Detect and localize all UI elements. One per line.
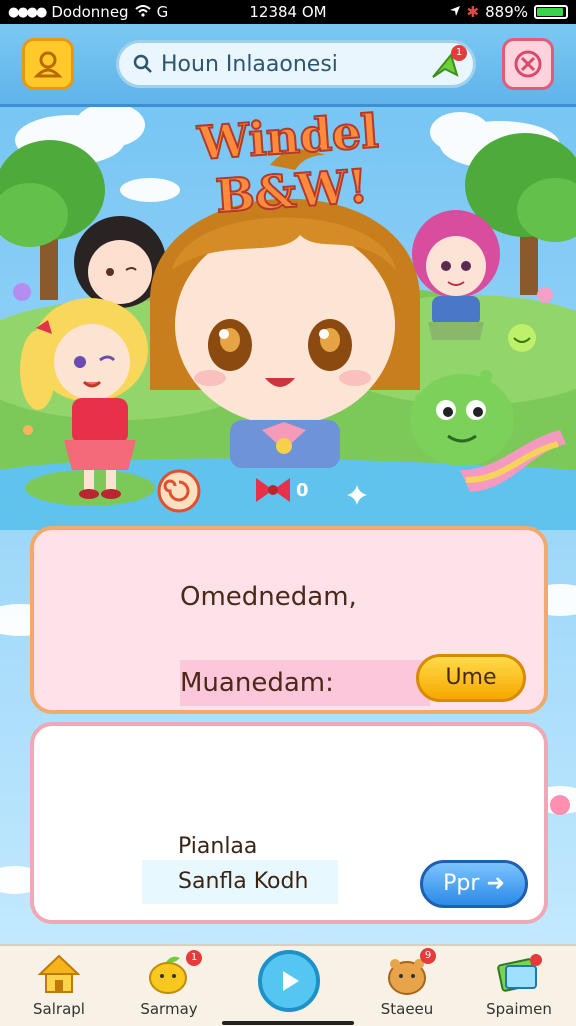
arrow-icon: ➜: [486, 871, 505, 896]
search-bar[interactable]: Houn Inlaaonesi 1: [116, 40, 476, 88]
play-friends-label: Ppr: [443, 871, 480, 896]
nav-badge-stage: 9: [420, 948, 436, 964]
nav-item-stage[interactable]: 9 Staeeu: [352, 946, 462, 1026]
clock: 12384 OM: [249, 3, 327, 21]
swirl-button[interactable]: [156, 468, 202, 518]
play-icon: [283, 971, 299, 991]
bow-indicator: 0: [252, 474, 309, 506]
daily-card-title: Omednedam,: [180, 582, 357, 612]
search-text: Houn Inlaaonesi: [161, 51, 338, 77]
nav-label-summary: Sarmay: [140, 1000, 198, 1018]
nav-badge-summary: 1: [186, 950, 202, 966]
location-arrow-icon: [449, 3, 461, 21]
sparkle-icon: [346, 484, 368, 510]
play-friends-button[interactable]: Ppr ➜: [420, 860, 528, 908]
card-icon: [497, 954, 542, 992]
nav-item-home[interactable]: Salrapl: [4, 946, 114, 1026]
nav-label-specimen: Spaimen: [486, 1000, 552, 1018]
daily-card: Omednedam, Muanedam: Ume: [30, 526, 548, 714]
nav-item-summary[interactable]: 1 Sarmay: [114, 946, 224, 1026]
battery-percent: 889%: [485, 3, 528, 21]
scene-controls: 0: [0, 462, 576, 522]
search-badge: 1: [451, 45, 467, 61]
friends-card-title: Pianlaa: [178, 834, 258, 859]
swirl-icon: [157, 469, 201, 513]
close-button[interactable]: [502, 38, 554, 90]
pet-indicator-count: 0: [296, 479, 309, 501]
nav-label-home: Salrapl: [33, 1000, 85, 1018]
bow-icon: [256, 478, 290, 502]
smiley-bubble: [508, 324, 536, 352]
daily-card-subtitle: Muanedam:: [180, 660, 430, 706]
battery-icon: [534, 5, 568, 19]
search-go-button[interactable]: 1: [429, 45, 467, 89]
avatar-icon: [33, 51, 63, 78]
nav-label-stage: Staeeu: [380, 1000, 434, 1018]
bottom-nav: Salrapl 1 Sarmay 9 Staeeu Spaimen: [0, 944, 576, 1026]
profile-button[interactable]: [22, 38, 74, 90]
bluetooth-icon: ✱: [466, 3, 480, 21]
friends-card-subtitle: Sanfla Kodh: [142, 860, 338, 904]
home-indicator: [222, 1021, 354, 1025]
use-button[interactable]: Ume: [416, 654, 526, 702]
close-icon: [514, 50, 542, 78]
home-icon: [37, 954, 81, 993]
friends-card: Pianlaa Sanfla Kodh Ppr ➜: [30, 722, 548, 924]
status-bar: ●●●● Dodonneg G 12384 OM ✱ 889%: [0, 0, 576, 24]
play-button[interactable]: [258, 950, 320, 1012]
top-bar: Houn Inlaaonesi 1: [0, 24, 576, 107]
nav-item-specimen[interactable]: Spaimen: [464, 946, 574, 1026]
search-icon: [133, 54, 152, 73]
